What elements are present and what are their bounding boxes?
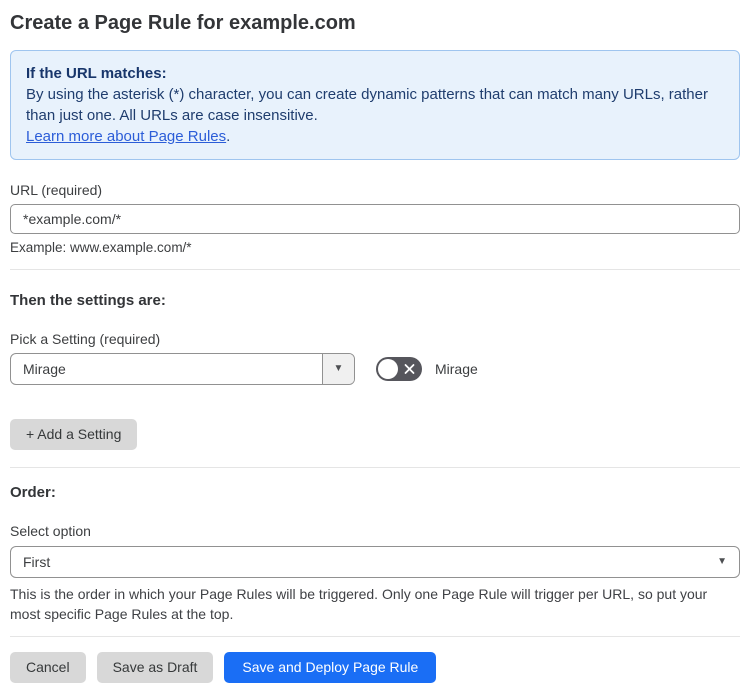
info-box-link-line: Learn more about Page Rules. <box>26 126 724 147</box>
pick-setting-label: Pick a Setting (required) <box>10 331 161 347</box>
mirage-toggle[interactable] <box>376 357 422 381</box>
info-box-heading: If the URL matches: <box>26 65 167 82</box>
toggle-label: Mirage <box>435 361 478 377</box>
chevron-down-icon: ▼ <box>717 556 727 567</box>
footer-actions: Cancel Save as Draft Save and Deploy Pag… <box>10 652 740 683</box>
save-deploy-button[interactable]: Save and Deploy Page Rule <box>224 652 437 683</box>
select-option-label: Select option <box>10 523 91 539</box>
create-page-rule-panel: Create a Page Rule for example.com If th… <box>0 0 750 693</box>
order-select[interactable]: First ▼ <box>10 546 740 578</box>
chevron-down-icon: ▼ <box>333 363 344 374</box>
divider <box>10 269 740 270</box>
setting-select-value: Mirage <box>23 361 66 377</box>
url-label: URL (required) <box>10 182 103 198</box>
url-helper: Example: www.example.com/* <box>10 240 192 255</box>
order-select-value: First <box>23 554 51 570</box>
info-box-body: By using the asterisk (*) character, you… <box>26 86 708 124</box>
cancel-button[interactable]: Cancel <box>10 652 86 683</box>
order-helper: This is the order in which your Page Rul… <box>10 586 708 622</box>
setting-select-dropdown-button[interactable]: ▼ <box>322 354 354 384</box>
learn-more-link[interactable]: Learn more about Page Rules <box>26 128 226 145</box>
order-heading: Order: <box>10 484 56 501</box>
save-draft-button[interactable]: Save as Draft <box>96 652 214 683</box>
url-match-info-box: If the URL matches: By using the asteris… <box>10 50 740 160</box>
setting-select[interactable]: Mirage ▼ <box>10 353 355 385</box>
url-input[interactable] <box>10 204 740 234</box>
toggle-x-icon <box>404 364 415 375</box>
divider <box>10 467 740 468</box>
setting-row: Mirage ▼ Mirage <box>10 353 740 385</box>
settings-heading: Then the settings are: <box>10 292 166 309</box>
add-setting-button[interactable]: + Add a Setting <box>10 419 138 450</box>
page-title: Create a Page Rule for example.com <box>10 12 356 34</box>
link-suffix: . <box>226 128 231 145</box>
toggle-knob <box>378 359 398 379</box>
divider <box>10 636 740 637</box>
